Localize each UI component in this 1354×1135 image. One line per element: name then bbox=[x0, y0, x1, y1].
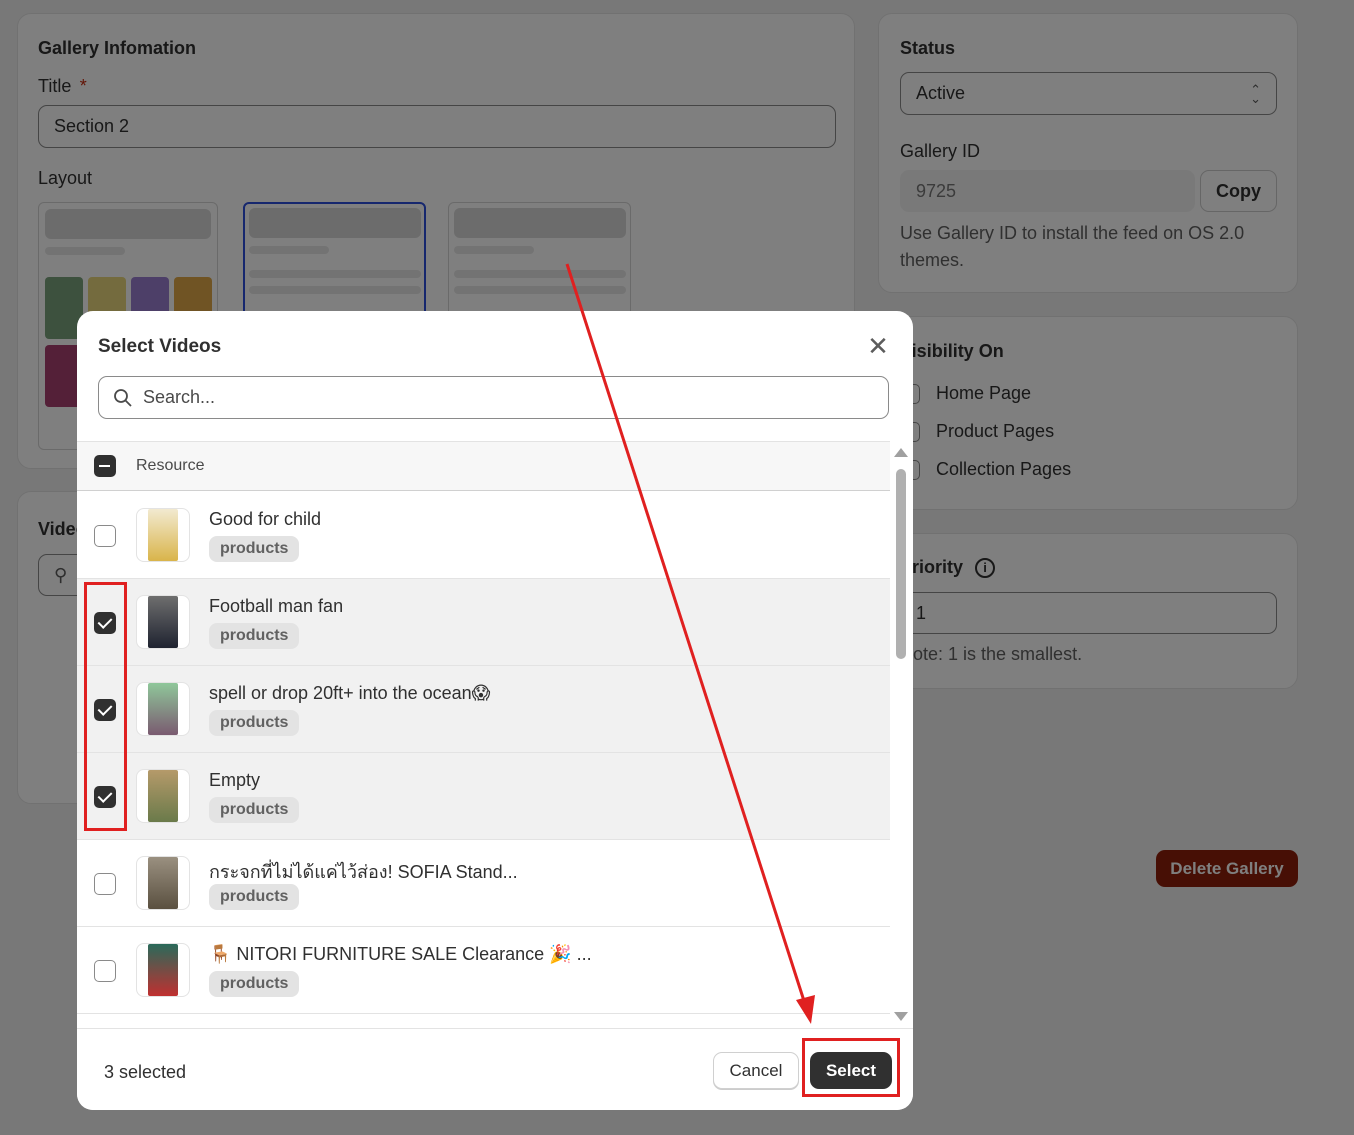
item-title: Empty bbox=[209, 770, 261, 790]
list-item[interactable]: Empty products bbox=[77, 753, 890, 840]
list-item[interactable]: spell or drop 20ft+ into the ocean😱 prod… bbox=[77, 666, 890, 753]
video-thumbnail bbox=[136, 769, 190, 823]
list-item[interactable]: 🪑 NITORI FURNITURE SALE Clearance 🎉 ... … bbox=[77, 927, 890, 1014]
checkbox-highlight-box bbox=[84, 582, 127, 831]
list-item[interactable]: กระจกที่ไม่ได้แค่ไว้ส่อง! SOFIA Stand...… bbox=[77, 840, 890, 927]
scroll-down-arrow-icon[interactable] bbox=[894, 1012, 908, 1021]
item-title: Football man fan bbox=[209, 596, 344, 616]
list-item[interactable]: Good for child products bbox=[77, 492, 890, 579]
search-placeholder: Search... bbox=[143, 387, 216, 407]
video-thumbnail bbox=[136, 682, 190, 736]
item-badge: products bbox=[209, 536, 300, 562]
row-checkbox[interactable] bbox=[94, 873, 116, 895]
cancel-button[interactable]: Cancel bbox=[713, 1052, 799, 1089]
video-thumbnail bbox=[136, 595, 190, 649]
video-thumbnail bbox=[136, 943, 190, 997]
close-icon[interactable]: ✕ bbox=[866, 333, 890, 359]
modal-footer: 3 selected Cancel Select bbox=[77, 1028, 913, 1110]
video-thumbnail bbox=[136, 508, 190, 562]
item-title: spell or drop 20ft+ into the ocean😱 bbox=[209, 683, 491, 703]
modal-search-input[interactable]: Search... bbox=[98, 376, 889, 419]
video-thumbnail bbox=[136, 856, 190, 910]
item-badge: products bbox=[209, 797, 300, 823]
item-title: 🪑 NITORI FURNITURE SALE Clearance 🎉 ... bbox=[209, 944, 592, 964]
select-all-checkbox[interactable] bbox=[94, 455, 116, 477]
item-badge: products bbox=[209, 884, 300, 910]
row-checkbox[interactable] bbox=[94, 960, 116, 982]
scroll-up-arrow-icon[interactable] bbox=[894, 448, 908, 457]
select-videos-modal: Select Videos ✕ Search... Resource Good … bbox=[77, 311, 913, 1110]
scrollbar-thumb[interactable] bbox=[896, 469, 906, 659]
list-item[interactable]: Football man fan products bbox=[77, 579, 890, 666]
item-badge: products bbox=[209, 710, 300, 736]
row-checkbox[interactable] bbox=[94, 525, 116, 547]
modal-title: Select Videos bbox=[98, 336, 222, 357]
item-badge: products bbox=[209, 623, 300, 649]
item-badge: products bbox=[209, 971, 300, 997]
select-button-highlight-box bbox=[802, 1038, 900, 1097]
selected-count: 3 selected bbox=[104, 1062, 187, 1082]
item-title: Good for child bbox=[209, 509, 322, 529]
resource-column-header: Resource bbox=[136, 457, 205, 474]
list-header: Resource bbox=[77, 441, 890, 491]
item-title: กระจกที่ไม่ได้แค่ไว้ส่อง! SOFIA Stand... bbox=[209, 862, 518, 882]
search-icon bbox=[114, 388, 132, 407]
